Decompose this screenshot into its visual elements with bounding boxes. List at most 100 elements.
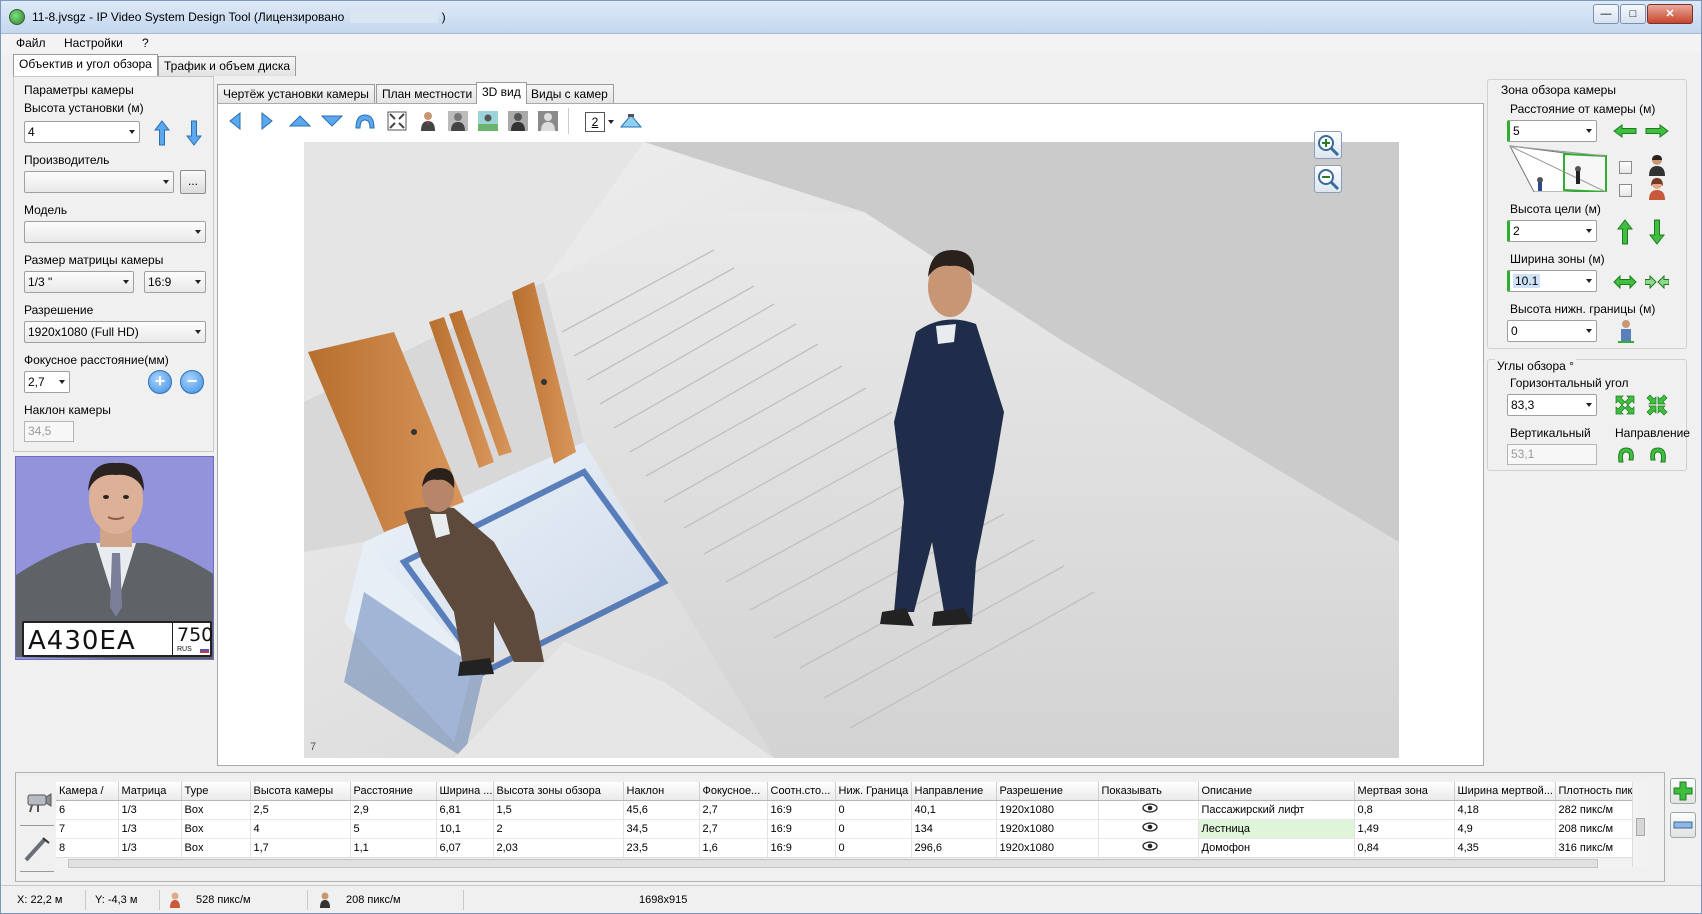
close-button[interactable]: ✕ [1647, 4, 1693, 24]
table-cell[interactable]: 45,6 [623, 800, 700, 820]
show-eye-icon[interactable] [1098, 838, 1199, 858]
table-row[interactable]: 6 1/3 Box 2,5 2,9 6,81 1,5 45,6 2,7 16:9 0 40,1 1920… [56, 800, 1648, 820]
layer-select[interactable]: 2 [585, 112, 605, 132]
target-height-up-icon[interactable] [1616, 218, 1634, 246]
column-header[interactable]: Показывать [1098, 782, 1199, 801]
lower-bound-combo[interactable]: 0 [1507, 320, 1597, 342]
minimize-button[interactable]: — [1593, 4, 1619, 24]
column-header[interactable]: Камера / [56, 782, 119, 801]
table-cell[interactable]: 4,35 [1454, 838, 1556, 858]
person-gray-icon[interactable] [506, 110, 530, 132]
tilt-up-icon[interactable] [288, 110, 312, 132]
aspect-combo[interactable]: 16:9 [144, 271, 206, 293]
column-header[interactable]: Соотн.сто... [767, 782, 836, 801]
tab-traffic[interactable]: Трафик и объем диска [158, 56, 296, 76]
vendor-browse-button[interactable]: ... [180, 170, 206, 194]
column-header[interactable]: Ниж. Граница [835, 782, 912, 801]
table-cell[interactable]: 0 [835, 800, 912, 820]
male-target-checkbox[interactable] [1619, 161, 1632, 174]
rotate-cw-icon[interactable] [1645, 442, 1671, 468]
table-cell[interactable]: 5 [350, 819, 437, 839]
table-hscroll[interactable] [56, 857, 1632, 869]
tab-3d-view[interactable]: 3D вид [476, 82, 527, 104]
table-cell[interactable]: 6,81 [436, 800, 494, 820]
table-cell[interactable]: 2,5 [250, 800, 351, 820]
table-cell[interactable]: 23,5 [623, 838, 700, 858]
table-cell[interactable]: 1,7 [250, 838, 351, 858]
table-cell[interactable]: 1,5 [493, 800, 624, 820]
person-silhouette-icon[interactable] [536, 110, 560, 132]
table-cell[interactable]: 4 [250, 819, 351, 839]
zone-width-combo[interactable]: 10.1 [1507, 270, 1597, 292]
matrix-size-combo[interactable]: 1/3 " [24, 271, 134, 293]
zoom-in-lens-button[interactable]: + [148, 370, 172, 394]
table-cell[interactable]: 1/3 [118, 819, 182, 839]
column-header[interactable]: Направление [911, 782, 997, 801]
target-height-combo[interactable]: 2 [1507, 220, 1597, 242]
table-cell[interactable]: 6 [56, 800, 119, 820]
column-header[interactable]: Высота камеры [250, 782, 351, 801]
column-header[interactable]: Высота зоны обзора [493, 782, 624, 801]
column-header[interactable]: Мертвая зона [1354, 782, 1455, 801]
column-header[interactable]: Наклон [623, 782, 700, 801]
tab-drawing[interactable]: Чертёж установки камеры [217, 84, 375, 104]
table-cell[interactable]: 10,1 [436, 819, 494, 839]
maximize-button[interactable]: □ [1620, 4, 1646, 24]
orbit-icon[interactable] [352, 110, 378, 132]
rotate-ccw-icon[interactable] [1613, 442, 1639, 468]
table-cell[interactable]: 1920x1080 [996, 838, 1099, 858]
table-cell[interactable]: 0,8 [1354, 800, 1455, 820]
measure-tool-icon[interactable] [20, 833, 54, 865]
camera-add-icon[interactable] [20, 787, 54, 817]
height-down-icon[interactable] [184, 119, 204, 147]
resolution-combo[interactable]: 1920x1080 (Full HD) [24, 321, 206, 343]
column-header[interactable]: Ширина мертвой... [1454, 782, 1556, 801]
rotate-left-icon[interactable] [224, 110, 246, 132]
column-header[interactable]: Матрица [118, 782, 182, 801]
table-cell[interactable]: Box [181, 800, 251, 820]
target-height-down-icon[interactable] [1648, 218, 1666, 246]
table-cell[interactable]: 2,03 [493, 838, 624, 858]
vscroll-thumb[interactable] [1636, 818, 1645, 836]
tab-site-plan[interactable]: План местности [376, 84, 479, 104]
zoom-out-lens-button[interactable]: − [180, 370, 204, 394]
table-cell[interactable]: 1,1 [350, 838, 437, 858]
angle-narrow-icon[interactable] [1644, 392, 1670, 418]
table-cell[interactable]: 1/3 [118, 838, 182, 858]
zoom-out-button[interactable] [1314, 165, 1342, 193]
table-cell[interactable]: Домофон [1198, 838, 1355, 858]
layer-dropdown-icon[interactable] [608, 120, 614, 124]
model-combo[interactable] [24, 221, 206, 243]
table-cell[interactable]: 2 [493, 819, 624, 839]
menu-help[interactable]: ? [142, 36, 149, 50]
table-cell[interactable]: Лестница [1198, 819, 1355, 839]
column-header[interactable]: Type [181, 782, 251, 801]
table-cell[interactable]: 296,6 [911, 838, 997, 858]
column-header[interactable]: Описание [1198, 782, 1355, 801]
table-cell[interactable]: 4,18 [1454, 800, 1556, 820]
3d-viewport[interactable]: 7 [304, 142, 1399, 758]
table-cell[interactable]: 134 [911, 819, 997, 839]
camera-cone-icon[interactable] [618, 110, 644, 132]
zoom-in-button[interactable] [1314, 131, 1342, 159]
table-cell[interactable]: Пассажирский лифт [1198, 800, 1355, 820]
horizontal-angle-combo[interactable]: 83,3 [1507, 394, 1597, 416]
show-eye-icon[interactable] [1098, 800, 1199, 820]
tab-camera-views[interactable]: Виды с камер [525, 84, 614, 104]
distance-combo[interactable]: 5 [1507, 120, 1597, 142]
table-cell[interactable]: 34,5 [623, 819, 700, 839]
column-header[interactable]: Фокусное... [699, 782, 768, 801]
table-cell[interactable]: 0 [835, 819, 912, 839]
distance-increase-icon[interactable] [1644, 122, 1670, 140]
install-height-combo[interactable]: 4 [24, 121, 140, 143]
table-row[interactable]: 8 1/3 Box 1,7 1,1 6,07 2,03 23,5 1,6 16:9 0 296,6 19… [56, 838, 1648, 858]
column-header[interactable]: Расстояние [350, 782, 437, 801]
distance-decrease-icon[interactable] [1612, 122, 1638, 140]
female-target-checkbox[interactable] [1619, 184, 1632, 197]
column-header[interactable]: Ширина ... [436, 782, 494, 801]
table-cell[interactable]: 16:9 [767, 819, 836, 839]
menu-settings[interactable]: Настройки [64, 36, 123, 50]
tilt-down-icon[interactable] [320, 110, 344, 132]
height-up-icon[interactable] [152, 119, 172, 147]
zone-width-shrink-icon[interactable] [1644, 273, 1670, 291]
